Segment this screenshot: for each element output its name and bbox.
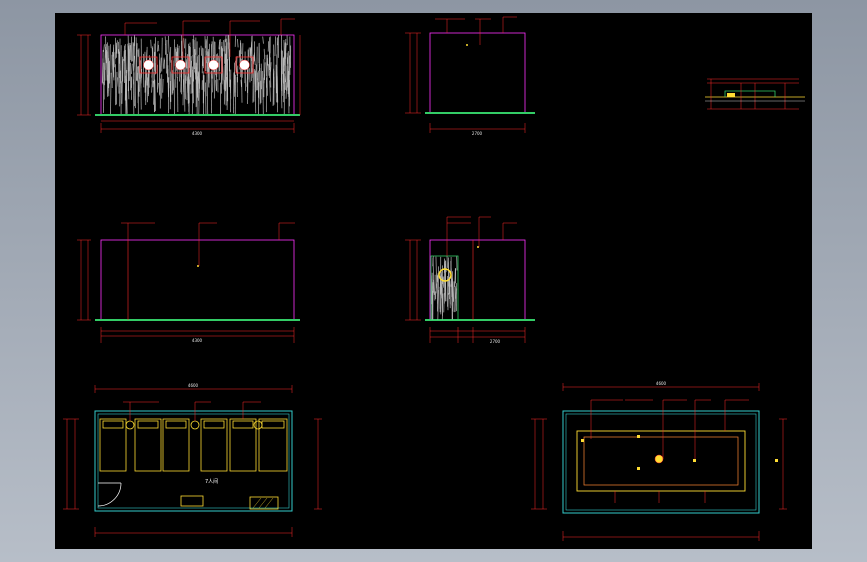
elevation-3: 4300 bbox=[77, 222, 300, 343]
ceiling-leaders bbox=[590, 399, 749, 459]
floor-plan: 7人间 4600 bbox=[63, 383, 322, 537]
cad-sheet: 4300 2700 4300 2700 7人间 4600 4600 bbox=[63, 16, 805, 541]
elevation-3-leaders bbox=[121, 222, 295, 266]
section-detail bbox=[705, 78, 805, 110]
bed-4 bbox=[200, 418, 228, 472]
plan-beds bbox=[99, 418, 288, 472]
elevation-2: 2700 bbox=[405, 16, 535, 136]
bed-5 bbox=[229, 418, 257, 472]
bed-3 bbox=[162, 418, 190, 472]
cad-drawing-canvas[interactable]: 4300 2700 4300 2700 7人间 4600 4600 bbox=[55, 13, 812, 549]
elevation-3-dimensions bbox=[77, 239, 295, 343]
elevation-4-width-dim: 2700 bbox=[490, 339, 501, 344]
elevation-1-wood-panel bbox=[101, 35, 292, 116]
bed-2 bbox=[134, 418, 162, 472]
plan-desk bbox=[180, 495, 204, 507]
elevation-1-width-dim: 4300 bbox=[192, 131, 203, 136]
plan-door bbox=[97, 482, 122, 507]
ceiling-downlights bbox=[581, 435, 778, 470]
elevation-3-width-dim: 4300 bbox=[192, 338, 203, 343]
ceiling-width-dim: 4600 bbox=[656, 381, 667, 386]
wall-lamp-1-glyph bbox=[143, 59, 154, 71]
elevation-2-wall-outline bbox=[429, 32, 526, 114]
plan-width-dim: 4600 bbox=[188, 383, 199, 388]
ceiling-plan: 4600 bbox=[531, 381, 787, 541]
wall-lamp-4-glyph bbox=[239, 59, 250, 71]
plan-room-label: 7人间 bbox=[205, 478, 218, 485]
elevation-4-dimensions bbox=[405, 239, 526, 343]
elevation-2-width-dim: 2700 bbox=[472, 131, 483, 136]
elevation-4: 2700 bbox=[405, 216, 535, 344]
elevation-1: 4300 bbox=[77, 18, 301, 136]
elevation-4-leaders bbox=[446, 216, 517, 256]
wall-lamp-2-glyph bbox=[175, 59, 186, 71]
wall-lamp-3-glyph bbox=[208, 59, 219, 71]
ceiling-center-light bbox=[654, 454, 664, 464]
elevation-2-light-point bbox=[466, 44, 468, 46]
elevation-2-dimensions bbox=[405, 32, 526, 133]
bed-1 bbox=[99, 418, 127, 472]
elevation-2-leaders bbox=[435, 16, 517, 45]
elevation-3-wall-outline bbox=[100, 239, 295, 321]
bed-6 bbox=[258, 418, 288, 472]
plan-dimensions bbox=[63, 385, 322, 537]
elevation-4-wood-panel bbox=[431, 256, 458, 321]
plan-wardrobe bbox=[249, 496, 279, 510]
